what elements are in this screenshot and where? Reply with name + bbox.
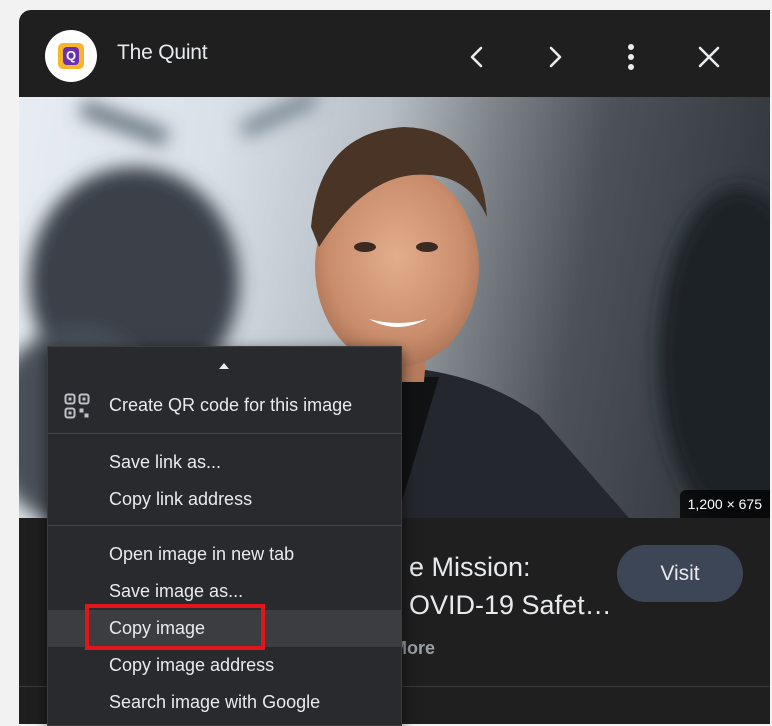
menu-separator [48, 433, 401, 434]
menu-item-create-qr[interactable]: Create QR code for this image [48, 387, 401, 424]
visit-button[interactable]: Visit [617, 545, 743, 602]
menu-item-label: Save image as... [109, 581, 244, 601]
context-menu: Create QR code for this image Save link … [47, 346, 402, 726]
chevron-right-icon [549, 46, 562, 68]
result-caption[interactable]: e Mission: OVID-19 Safet… [409, 548, 612, 624]
more-options-button[interactable] [611, 37, 651, 77]
menu-item-copy-link[interactable]: Copy link address [48, 481, 401, 518]
menu-separator [48, 525, 401, 526]
preview-header: Q The Quint [19, 10, 770, 98]
chevron-left-icon [470, 46, 483, 68]
next-button[interactable] [535, 37, 575, 77]
close-button[interactable] [689, 37, 729, 77]
menu-item-label: Create QR code for this image [109, 395, 353, 415]
caption-line-1: e Mission: [409, 552, 531, 582]
caption-line-2: OVID-19 Safet… [409, 590, 612, 620]
menu-item-open-image[interactable]: Open image in new tab [48, 536, 401, 573]
scroll-up-arrow-icon[interactable] [218, 362, 230, 370]
image-dimensions-badge: 1,200 × 675 [679, 490, 770, 518]
menu-item-search-image[interactable]: Search image with Google [48, 684, 401, 721]
menu-item-label: Open image in new tab [109, 544, 295, 564]
menu-item-copy-image-address[interactable]: Copy image address [48, 647, 401, 684]
qr-code-icon [64, 393, 90, 419]
logo-letter: Q [63, 47, 79, 65]
site-logo-avatar[interactable]: Q [45, 30, 97, 82]
menu-item-label: Copy image address [109, 655, 275, 675]
menu-item-label: Save link as... [109, 452, 222, 472]
site-logo-icon: Q [58, 43, 84, 69]
more-vert-icon [628, 44, 634, 70]
close-icon [698, 46, 720, 68]
highlight-annotation-box [85, 604, 265, 650]
menu-item-save-link[interactable]: Save link as... [48, 444, 401, 481]
menu-item-label: Copy link address [109, 489, 253, 509]
site-title[interactable]: The Quint [117, 41, 208, 65]
previous-button[interactable] [457, 37, 497, 77]
menu-item-label: Search image with Google [109, 692, 321, 712]
